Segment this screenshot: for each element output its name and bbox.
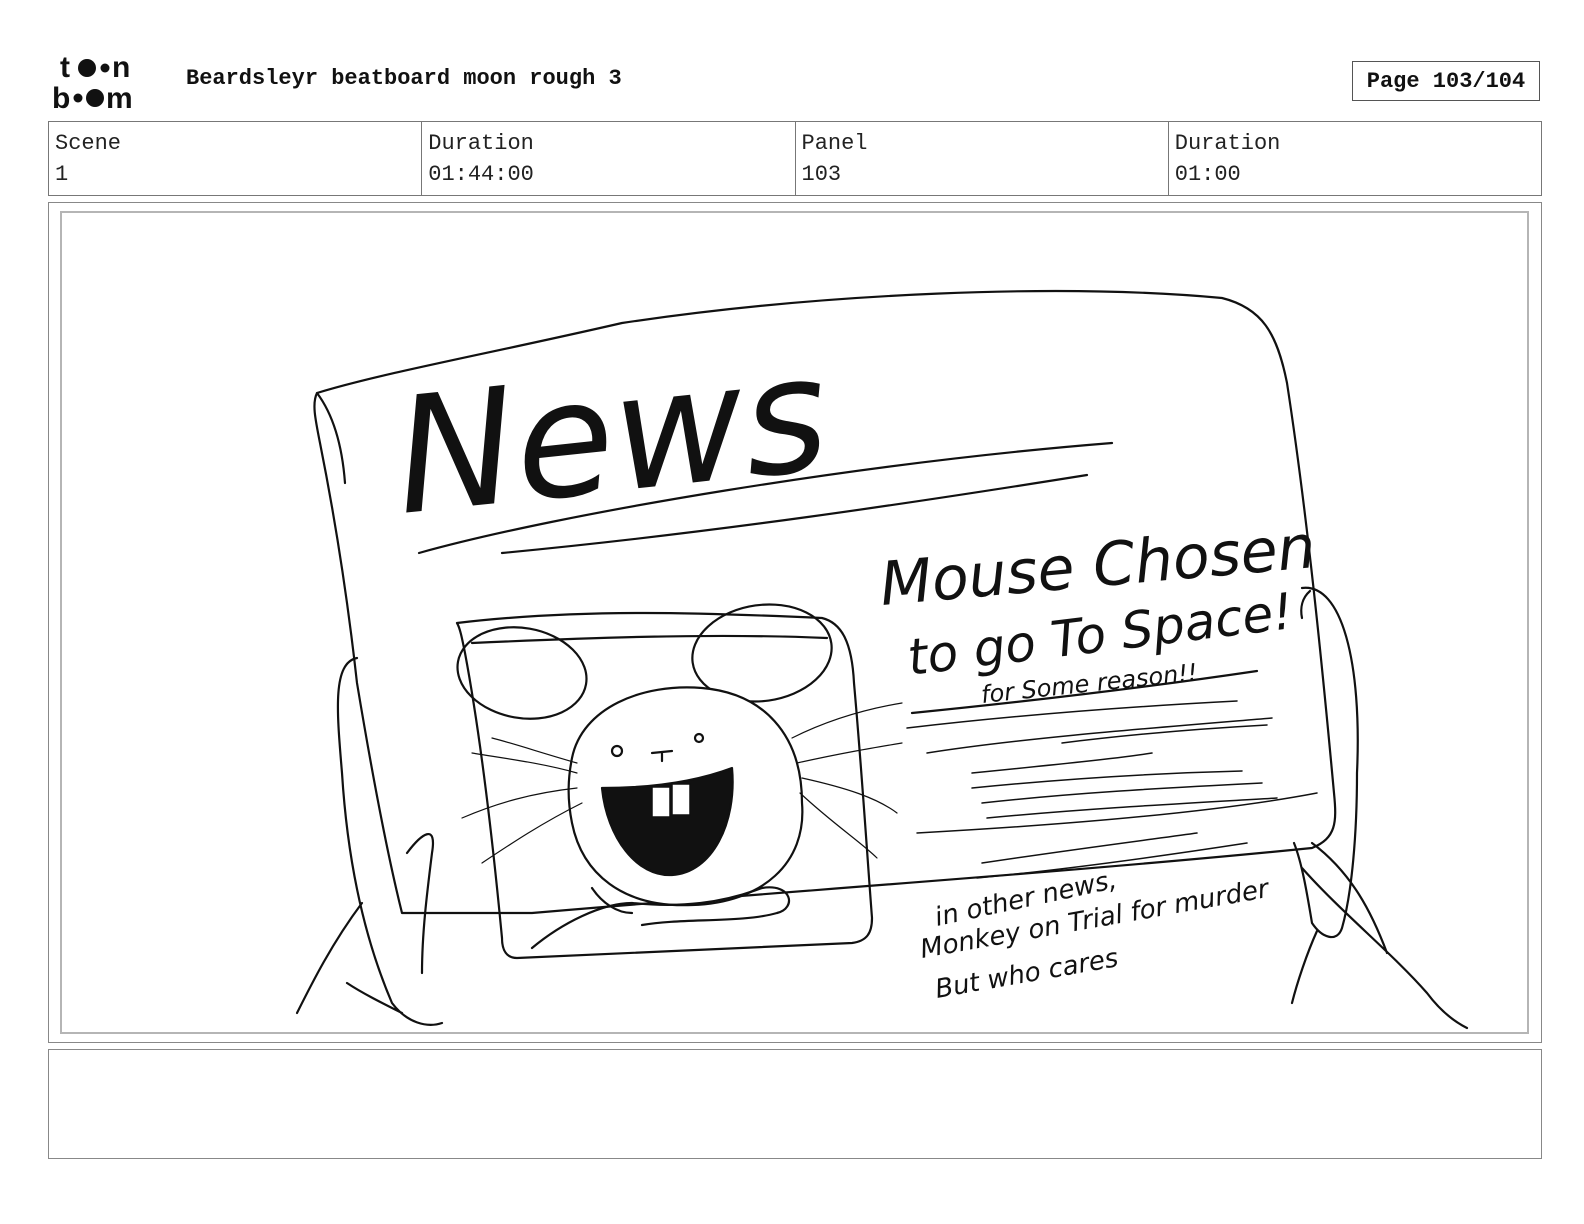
panel-duration-cell: Duration 01:00 xyxy=(1169,122,1541,195)
left-hand xyxy=(336,656,444,1026)
article-text-lines xyxy=(906,700,1318,879)
svg-text:m: m xyxy=(106,82,133,114)
panel-value: 103 xyxy=(801,162,842,187)
mouse-tooth-right xyxy=(671,783,691,816)
toonboom-logo: t n b m xyxy=(50,50,166,115)
panel-image: News Mouse Chosen to go To Space! for So… xyxy=(60,211,1529,1034)
svg-text:t: t xyxy=(60,51,70,84)
panel-label: Panel xyxy=(801,131,868,156)
right-hand xyxy=(1290,586,1469,1030)
photo-inner-frame xyxy=(470,634,829,645)
duration-label: Duration xyxy=(428,131,534,156)
project-title: Beardsleyr beatboard moon rough 3 xyxy=(186,66,622,91)
svg-text:n: n xyxy=(112,51,130,84)
scene-cell: Scene 1 xyxy=(49,122,423,195)
panel-frame: News Mouse Chosen to go To Space! for So… xyxy=(48,202,1542,1043)
toonboom-logo-mark: t n b m xyxy=(52,51,133,115)
svg-text:b: b xyxy=(52,82,70,114)
panel-cell: Panel 103 xyxy=(796,122,1169,195)
duration-value: 01:44:00 xyxy=(428,162,534,187)
scene-value: 1 xyxy=(55,162,69,187)
mouse-tooth-left xyxy=(651,786,671,818)
right-thumb xyxy=(1300,589,1312,620)
scene-label: Scene xyxy=(55,131,122,156)
newspaper-sketch: News Mouse Chosen to go To Space! for So… xyxy=(295,290,1469,1030)
info-table: Scene 1 Duration 01:44:00 Panel 103 Dura… xyxy=(48,121,1542,196)
duration-cell: Duration 01:44:00 xyxy=(422,122,796,195)
page-indicator: Page 103/104 xyxy=(1352,61,1540,101)
panel-duration-label: Duration xyxy=(1174,131,1281,156)
mouse-whiskers-left xyxy=(461,737,583,864)
newspaper-fold-line xyxy=(315,391,347,485)
notes-box xyxy=(48,1049,1542,1159)
mouse-whiskers-right xyxy=(791,702,903,859)
mouse-ears-left xyxy=(456,626,588,720)
masthead-text: News xyxy=(386,320,836,551)
left-arm-line xyxy=(295,901,364,1015)
panel-duration-value: 01:00 xyxy=(1174,162,1241,187)
